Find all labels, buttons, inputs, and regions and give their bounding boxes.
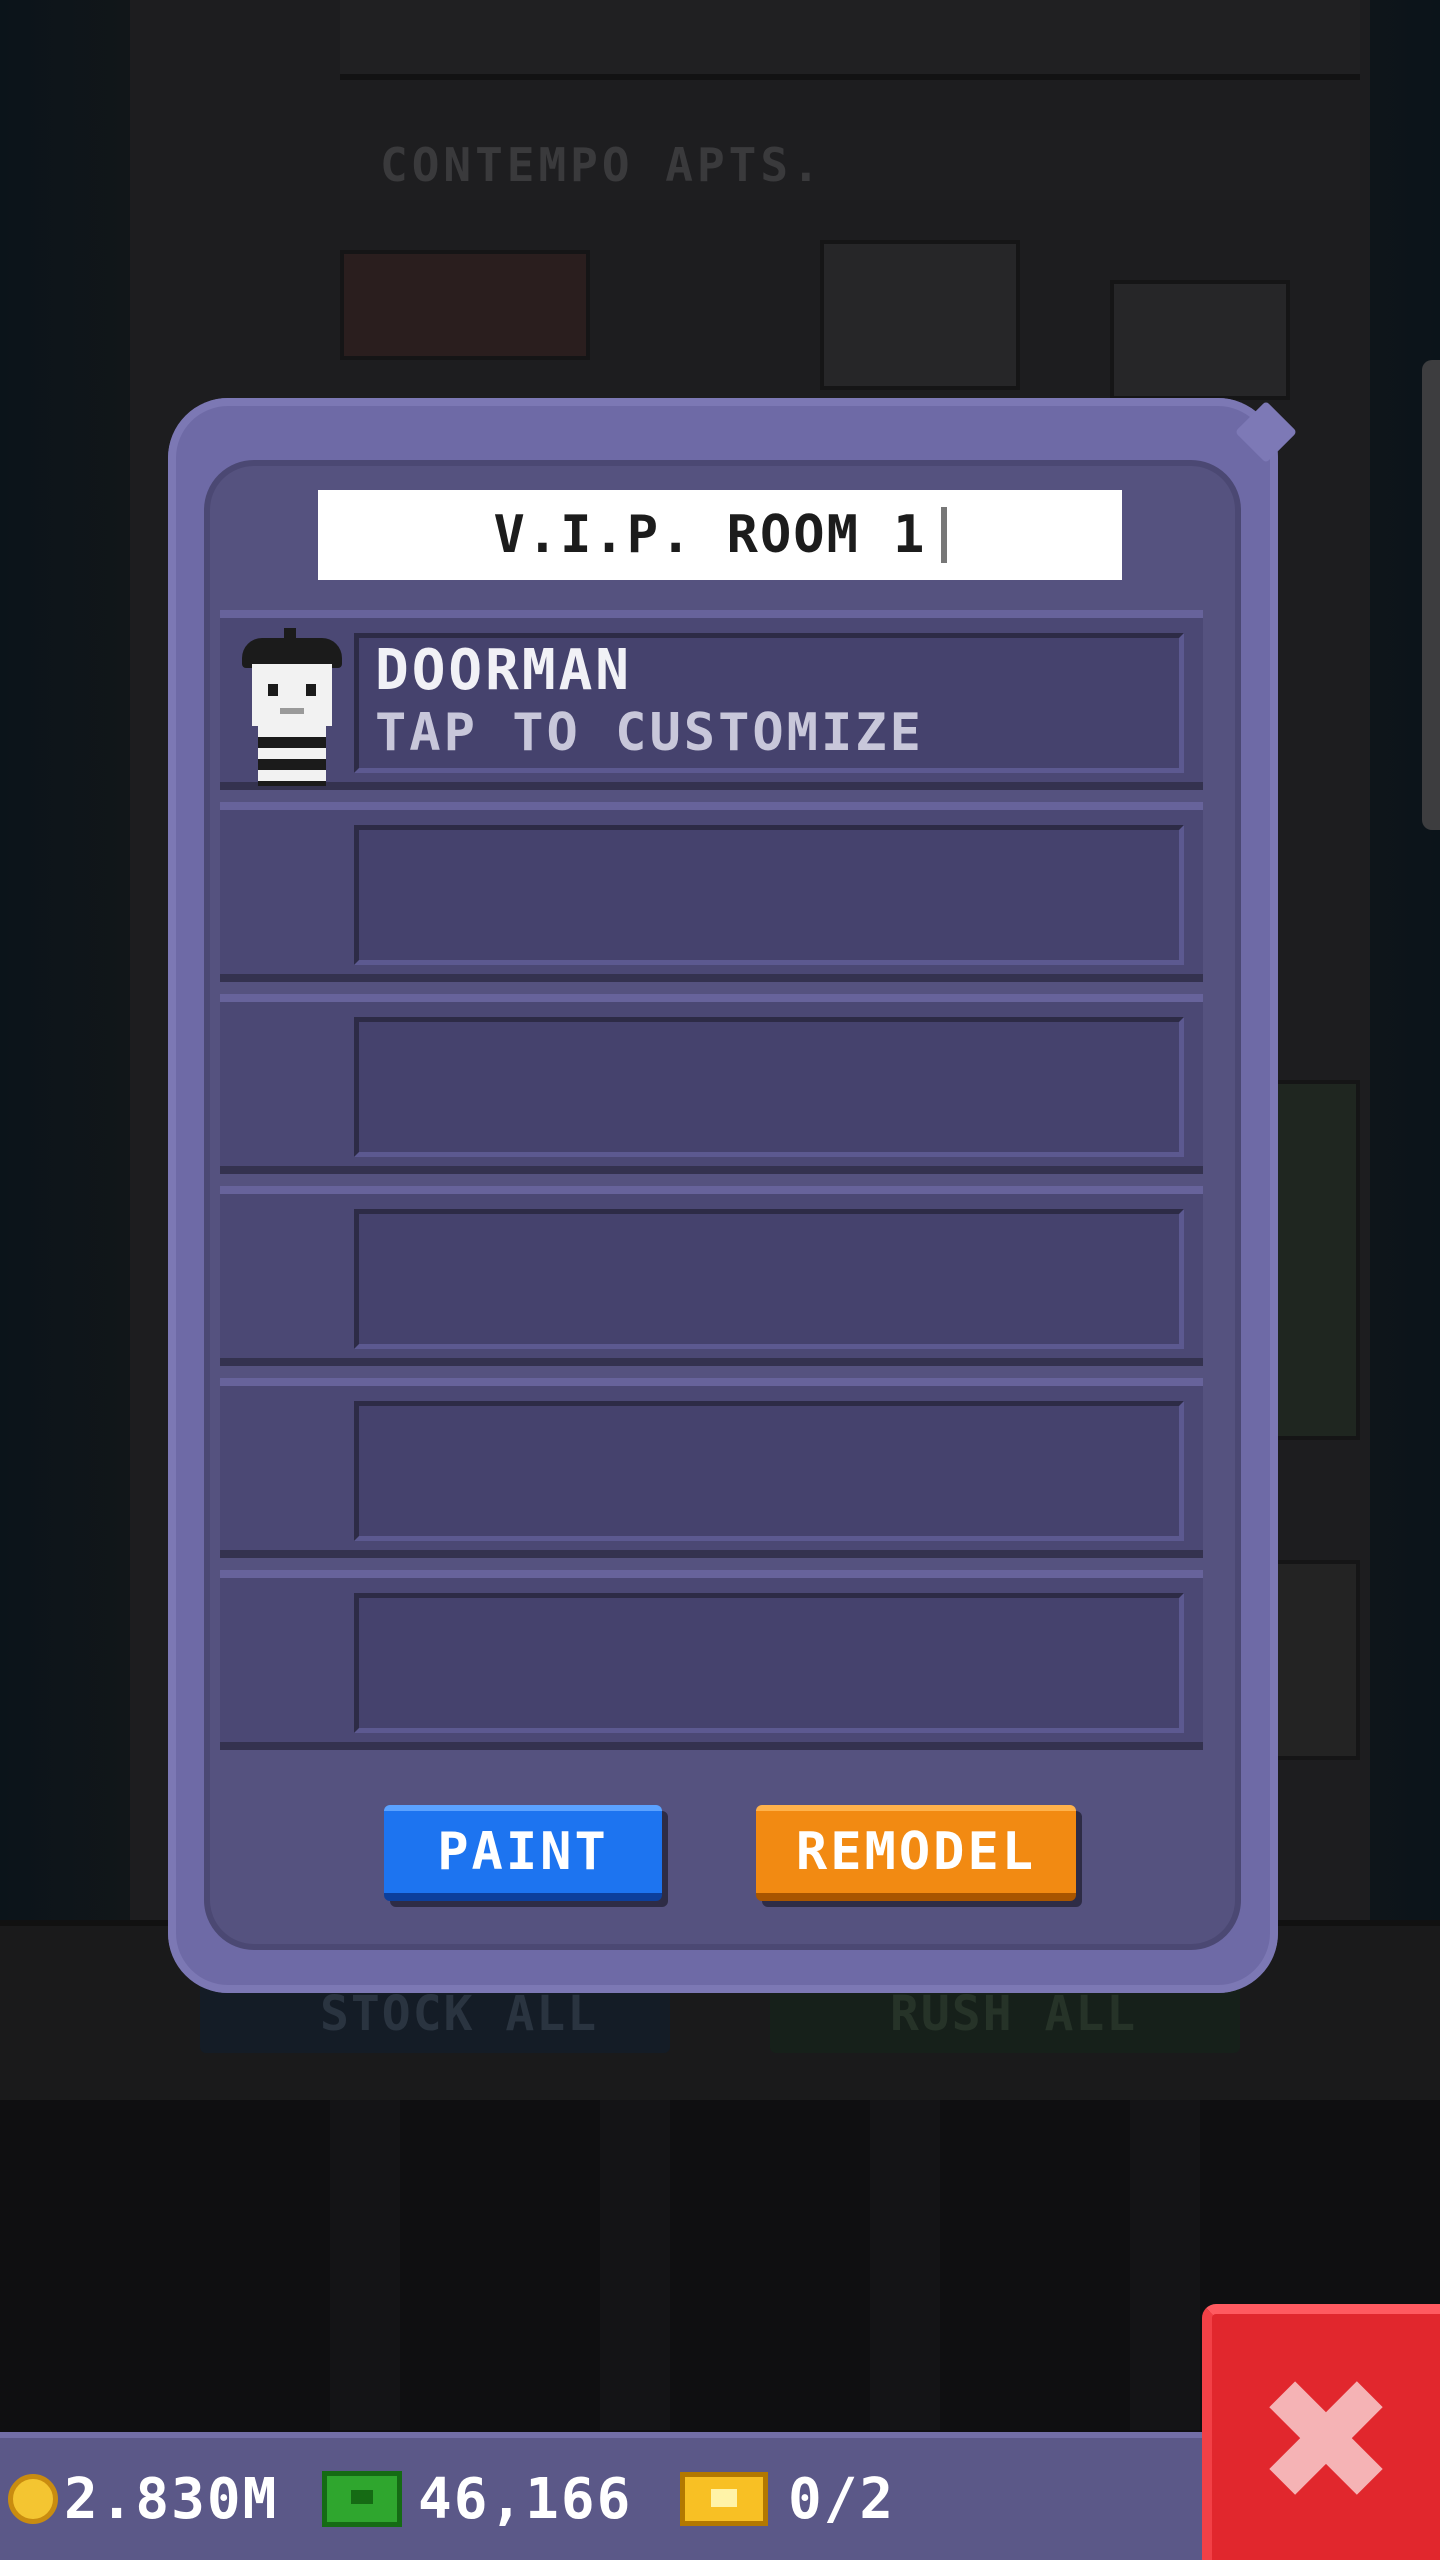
text-caret xyxy=(940,507,947,563)
background-block xyxy=(1270,1560,1360,1760)
cash-icon xyxy=(322,2471,402,2527)
slot-box xyxy=(354,1593,1184,1733)
resident-slot-2[interactable] xyxy=(220,802,1203,982)
background-block xyxy=(340,250,590,360)
background-block xyxy=(820,240,1020,390)
background-pillar xyxy=(330,2100,400,2430)
resident-slot-6[interactable] xyxy=(220,1570,1203,1750)
doorman-avatar xyxy=(234,626,344,786)
resident-slot-1[interactable]: DOORMAN TAP TO CUSTOMIZE xyxy=(220,610,1203,790)
tickets-counter[interactable]: 0/2 xyxy=(680,2438,895,2560)
side-drawer-handle[interactable] xyxy=(1422,360,1440,830)
coins-counter[interactable]: 2.830M xyxy=(8,2438,278,2560)
tickets-value: 0/2 xyxy=(788,2466,896,2532)
background-pillar xyxy=(870,2100,940,2430)
background-pillar xyxy=(1130,2100,1200,2430)
close-icon: ✖ xyxy=(1254,2343,1398,2541)
slot-box xyxy=(354,1017,1184,1157)
resident-slot-4[interactable] xyxy=(220,1186,1203,1366)
remodel-button[interactable]: REMODEL xyxy=(756,1805,1076,1901)
room-name-text: V.I.P. ROOM 1 xyxy=(493,505,927,565)
room-name-input[interactable]: V.I.P. ROOM 1 xyxy=(318,490,1122,580)
bux-counter[interactable]: 46,166 xyxy=(322,2438,632,2560)
bux-value: 46,166 xyxy=(418,2466,633,2532)
building-sign: CONTEMPO APTS. xyxy=(340,130,1360,200)
ticket-icon xyxy=(680,2472,768,2526)
slot-box xyxy=(354,1401,1184,1541)
resident-name: DOORMAN xyxy=(375,638,633,703)
slot-box xyxy=(354,1209,1184,1349)
coin-icon xyxy=(8,2474,58,2524)
slot-box xyxy=(354,825,1184,965)
close-button[interactable]: ✖ xyxy=(1202,2304,1440,2560)
paint-button[interactable]: PAINT xyxy=(384,1805,662,1901)
coins-value: 2.830M xyxy=(64,2466,279,2532)
upper-floor xyxy=(340,0,1360,80)
background-pillar xyxy=(600,2100,670,2430)
background-block xyxy=(1110,280,1290,400)
resident-subtitle: TAP TO CUSTOMIZE xyxy=(375,703,924,763)
resident-slot-5[interactable] xyxy=(220,1378,1203,1558)
resident-slot-3[interactable] xyxy=(220,994,1203,1174)
background-block xyxy=(1270,1080,1360,1440)
